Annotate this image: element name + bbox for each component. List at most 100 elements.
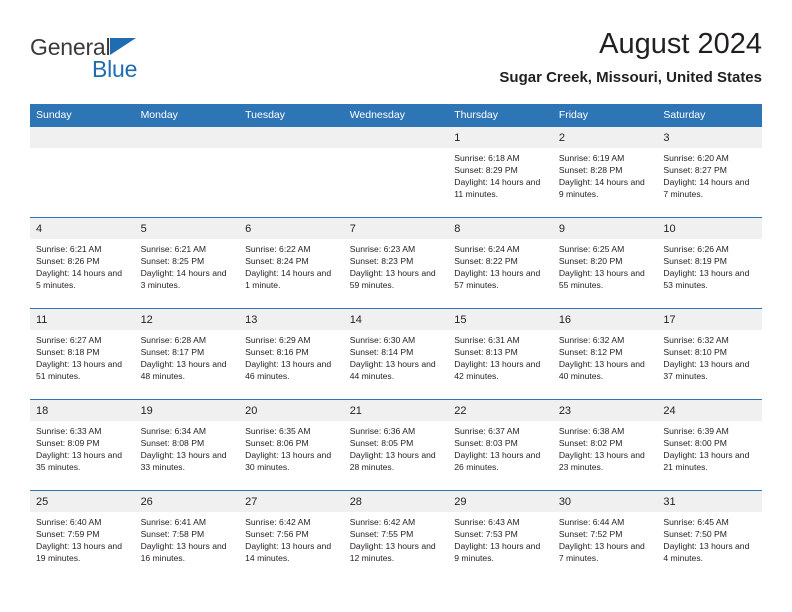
weekday-header-friday: Friday: [552, 104, 658, 127]
brand-logo[interactable]: General Blue: [30, 34, 250, 90]
calendar-day-cell[interactable]: [343, 126, 449, 218]
day-number: 31: [657, 491, 762, 512]
calendar-day-cell[interactable]: 1 Sunrise: 6:18 AM Sunset: 8:29 PM Daylight…: [448, 126, 553, 218]
sunset-text: Sunset: 8:23 PM: [349, 256, 414, 267]
weekday-header-saturday: Saturday: [657, 104, 762, 127]
day-number: 5: [134, 218, 240, 239]
page-header: General Blue August 2024 Sugar Creek, Mi…: [0, 26, 792, 98]
daylight-text: Daylight: 13 hours and 33 minutes.: [140, 450, 227, 473]
calendar-day-cell[interactable]: 8 Sunrise: 6:24 AM Sunset: 8:22 PM Daylight…: [448, 217, 553, 309]
calendar-day-cell[interactable]: 9 Sunrise: 6:25 AM Sunset: 8:20 PM Daylight…: [552, 217, 658, 309]
daylight-text: Daylight: 13 hours and 48 minutes.: [140, 359, 227, 382]
calendar-day-cell[interactable]: 3 Sunrise: 6:20 AM Sunset: 8:27 PM Daylight…: [657, 126, 762, 218]
day-number: 27: [239, 491, 344, 512]
calendar-day-cell[interactable]: 13 Sunrise: 6:29 AM Sunset: 8:16 PM Dayligh…: [239, 308, 344, 400]
sunset-text: Sunset: 8:26 PM: [36, 256, 100, 267]
weekday-header-thursday: Thursday: [448, 104, 553, 127]
calendar-day-cell[interactable]: 4 Sunrise: 6:21 AM Sunset: 8:26 PM Daylight…: [30, 217, 135, 309]
calendar-day-cell[interactable]: 30 Sunrise: 6:44 AM Sunset: 7:52 PM Dayligh…: [552, 490, 658, 581]
day-number: 4: [30, 218, 135, 239]
calendar-day-cell[interactable]: 2 Sunrise: 6:19 AM Sunset: 8:28 PM Daylight…: [552, 126, 658, 218]
daylight-text: Daylight: 13 hours and 19 minutes.: [36, 541, 122, 564]
daylight-text: Daylight: 13 hours and 7 minutes.: [558, 541, 645, 564]
daylight-text: Daylight: 13 hours and 44 minutes.: [349, 359, 436, 382]
sunset-text: Sunset: 8:22 PM: [454, 256, 518, 267]
calendar-day-cell[interactable]: 14 Sunrise: 6:30 AM Sunset: 8:14 PM Dayligh…: [343, 308, 449, 400]
calendar-week-row: 11 Sunrise: 6:27 AM Sunset: 8:18 PM Dayligh…: [30, 308, 762, 400]
day-number: 7: [343, 218, 449, 239]
day-number: 2: [552, 127, 658, 148]
calendar-day-cell[interactable]: 29 Sunrise: 6:43 AM Sunset: 7:53 PM Dayligh…: [448, 490, 553, 581]
sunrise-sunset-calendar-table: Sunday Monday Tuesday Wednesday Thursday…: [30, 104, 762, 581]
calendar-day-cell[interactable]: 27 Sunrise: 6:42 AM Sunset: 7:56 PM Dayligh…: [239, 490, 344, 581]
calendar-day-cell[interactable]: 5 Sunrise: 6:21 AM Sunset: 8:25 PM Daylight…: [134, 217, 240, 309]
daylight-text: Daylight: 13 hours and 57 minutes.: [454, 268, 541, 291]
day-number: [30, 127, 135, 148]
sunset-text: Sunset: 8:25 PM: [140, 256, 205, 267]
daylight-text: Daylight: 14 hours and 1 minute.: [245, 268, 332, 291]
sunset-text: Sunset: 7:55 PM: [349, 529, 414, 540]
day-number: 6: [239, 218, 344, 239]
calendar-day-cell[interactable]: 17 Sunrise: 6:32 AM Sunset: 8:10 PM Dayligh…: [657, 308, 762, 400]
sunset-text: Sunset: 7:50 PM: [663, 529, 727, 540]
calendar-day-cell[interactable]: 19 Sunrise: 6:34 AM Sunset: 8:08 PM Dayligh…: [134, 399, 240, 491]
daylight-text: Daylight: 13 hours and 4 minutes.: [663, 541, 750, 564]
sunset-text: Sunset: 8:17 PM: [140, 347, 205, 358]
sunset-text: Sunset: 7:53 PM: [454, 529, 518, 540]
daylight-text: Daylight: 13 hours and 59 minutes.: [349, 268, 436, 291]
day-number: 23: [552, 400, 658, 421]
weekday-header-wednesday: Wednesday: [343, 104, 449, 127]
day-number: 12: [134, 309, 240, 330]
daylight-text: Daylight: 14 hours and 9 minutes.: [558, 177, 645, 200]
sunset-text: Sunset: 8:18 PM: [36, 347, 100, 358]
sunrise-text: Sunrise: 6:24 AM: [454, 244, 520, 254]
page-title: August 2024: [599, 28, 762, 60]
calendar-day-cell[interactable]: 22 Sunrise: 6:37 AM Sunset: 8:03 PM Dayligh…: [448, 399, 553, 491]
day-number: 17: [657, 309, 762, 330]
daylight-text: Daylight: 13 hours and 30 minutes.: [245, 450, 332, 473]
calendar-day-cell[interactable]: [30, 126, 135, 218]
calendar-day-cell[interactable]: 23 Sunrise: 6:38 AM Sunset: 8:02 PM Dayligh…: [552, 399, 658, 491]
daylight-text: Daylight: 13 hours and 14 minutes.: [245, 541, 332, 564]
day-number: 11: [30, 309, 135, 330]
calendar-day-cell[interactable]: 10 Sunrise: 6:26 AM Sunset: 8:19 PM Dayligh…: [657, 217, 762, 309]
daylight-text: Daylight: 13 hours and 53 minutes.: [663, 268, 750, 291]
calendar-day-cell[interactable]: [239, 126, 344, 218]
sunrise-text: Sunrise: 6:25 AM: [558, 244, 625, 254]
calendar-day-cell[interactable]: 21 Sunrise: 6:36 AM Sunset: 8:05 PM Dayligh…: [343, 399, 449, 491]
sunrise-text: Sunrise: 6:42 AM: [245, 517, 311, 527]
sunset-text: Sunset: 8:16 PM: [245, 347, 309, 358]
day-number: 13: [239, 309, 344, 330]
sunrise-text: Sunrise: 6:40 AM: [36, 517, 102, 527]
calendar-day-cell[interactable]: 24 Sunrise: 6:39 AM Sunset: 8:00 PM Dayligh…: [657, 399, 762, 491]
sunset-text: Sunset: 8:19 PM: [663, 256, 727, 267]
calendar-day-cell[interactable]: 6 Sunrise: 6:22 AM Sunset: 8:24 PM Daylight…: [239, 217, 344, 309]
daylight-text: Daylight: 13 hours and 51 minutes.: [36, 359, 122, 382]
calendar-day-cell[interactable]: 28 Sunrise: 6:42 AM Sunset: 7:55 PM Dayligh…: [343, 490, 449, 581]
calendar-day-cell[interactable]: 25 Sunrise: 6:40 AM Sunset: 7:59 PM Dayligh…: [30, 490, 135, 581]
calendar-week-row: 4 Sunrise: 6:21 AM Sunset: 8:26 PM Daylight…: [30, 217, 762, 309]
calendar-day-cell[interactable]: 18 Sunrise: 6:33 AM Sunset: 8:09 PM Dayligh…: [30, 399, 135, 491]
calendar-day-cell[interactable]: 15 Sunrise: 6:31 AM Sunset: 8:13 PM Dayligh…: [448, 308, 553, 400]
calendar-day-cell[interactable]: 31 Sunrise: 6:45 AM Sunset: 7:50 PM Dayligh…: [657, 490, 762, 581]
weekday-header-sunday: Sunday: [30, 104, 135, 127]
sunset-text: Sunset: 8:03 PM: [454, 438, 518, 449]
daylight-text: Daylight: 13 hours and 35 minutes.: [36, 450, 122, 473]
brand-name-blue: Blue: [92, 56, 138, 82]
daylight-text: Daylight: 14 hours and 5 minutes.: [36, 268, 122, 291]
sunrise-text: Sunrise: 6:20 AM: [663, 153, 729, 163]
sunset-text: Sunset: 8:10 PM: [663, 347, 727, 358]
day-number: [239, 127, 344, 148]
calendar-day-cell[interactable]: 11 Sunrise: 6:27 AM Sunset: 8:18 PM Dayligh…: [30, 308, 135, 400]
calendar-day-cell[interactable]: 7 Sunrise: 6:23 AM Sunset: 8:23 PM Daylight…: [343, 217, 449, 309]
day-number: 20: [239, 400, 344, 421]
calendar-day-cell[interactable]: 20 Sunrise: 6:35 AM Sunset: 8:06 PM Dayligh…: [239, 399, 344, 491]
calendar-day-cell[interactable]: 12 Sunrise: 6:28 AM Sunset: 8:17 PM Dayligh…: [134, 308, 240, 400]
sunset-text: Sunset: 7:59 PM: [36, 529, 100, 540]
calendar-day-cell[interactable]: 16 Sunrise: 6:32 AM Sunset: 8:12 PM Dayligh…: [552, 308, 658, 400]
day-number: [134, 127, 240, 148]
calendar-day-cell[interactable]: 26 Sunrise: 6:41 AM Sunset: 7:58 PM Dayligh…: [134, 490, 240, 581]
calendar-day-cell[interactable]: [134, 126, 240, 218]
sunrise-text: Sunrise: 6:27 AM: [36, 335, 102, 345]
sunrise-text: Sunrise: 6:21 AM: [140, 244, 207, 254]
